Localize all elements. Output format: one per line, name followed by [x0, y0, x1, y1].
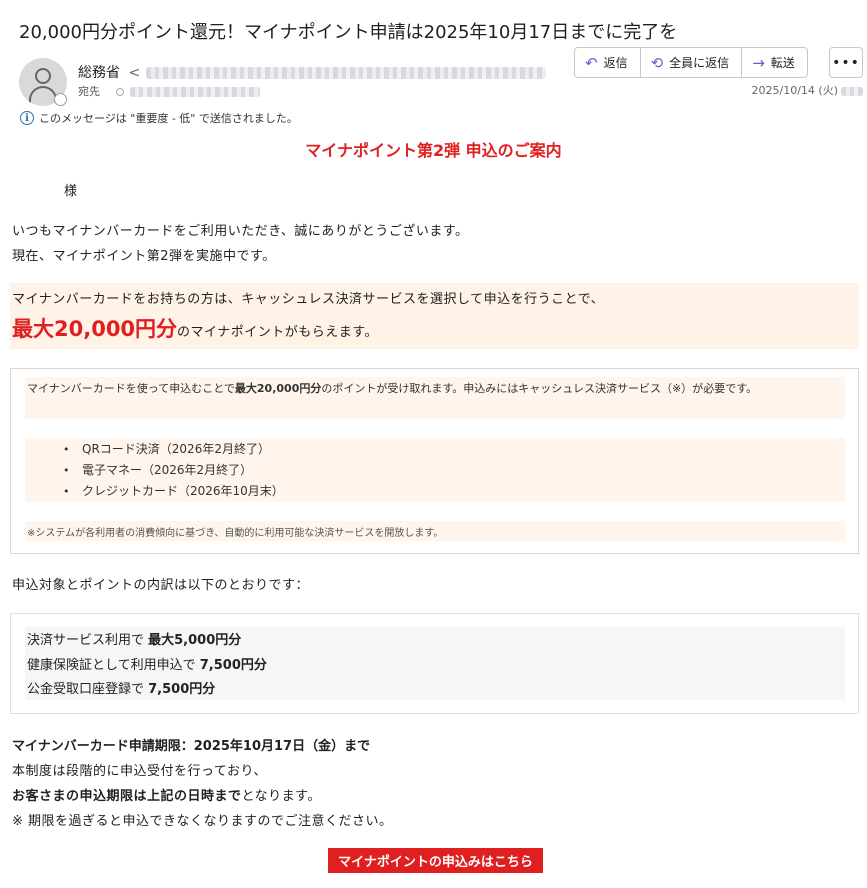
info-box-text-a: マイナンバーカードを使って申込むことで: [27, 382, 235, 395]
time-redacted: [841, 86, 863, 96]
info-icon: i: [20, 111, 34, 125]
info-box: マイナンバーカードを使って申込むことで最大20,000円分のポイントが受け取れま…: [10, 368, 859, 554]
salutation: 様: [64, 184, 78, 199]
sender-line[interactable]: 総務省 <: [78, 62, 547, 82]
sender-name: 総務省: [78, 65, 120, 81]
breakdown-intro: 申込対象とポイントの内訳は以下のとおりです：: [12, 578, 310, 593]
apply-link-button[interactable]: マイナポイントの申込みはこちら: [328, 848, 543, 873]
deadline-info-rest: となります。: [241, 789, 321, 804]
sender-address-prefix: <: [128, 65, 141, 81]
message-actions: ↶ 返信 ⟲ 全員に返信 → 転送: [574, 47, 808, 78]
info-box-text: マイナンバーカードを使って申込むことで最大20,000円分のポイントが受け取れま…: [25, 377, 845, 419]
breakdown-value: 7,500円分: [148, 682, 216, 697]
message-date: 2025/10/14 (火): [752, 82, 863, 98]
breakdown-label: 健康保険証として利用申込で: [27, 657, 200, 673]
breakdown-value: 7,500円分: [199, 657, 267, 673]
intro-paragraph-2: 現在、マイナポイント第2弾を実施中です。: [12, 249, 276, 264]
reply-all-button[interactable]: ⟲ 全員に返信: [641, 48, 743, 77]
list-item: QRコード決済（2026年2月終了）: [63, 439, 845, 460]
person-icon: [35, 68, 51, 84]
reply-all-arrow-icon: ⟲: [650, 53, 664, 72]
reply-button[interactable]: ↶ 返信: [575, 48, 641, 77]
breakdown-box: 決済サービス利用で 最大5,000円分 健康保険証として利用申込で 7,500円…: [10, 613, 859, 714]
recipient-redacted[interactable]: [130, 87, 260, 97]
reply-arrow-icon: ↶: [585, 53, 598, 72]
breakdown-value: 最大5,000円分: [148, 633, 242, 648]
info-box-text-b: のポイントが受け取れます。申込みにはキャッシュレス決済サービス（※）が必要です。: [321, 382, 758, 395]
importance-notice: i このメッセージは "重要度 - 低" で送信されました。: [20, 110, 298, 126]
presence-status-icon: [54, 93, 67, 106]
deadline-info-2: お客さまの申込期限は上記の日時までとなります。: [12, 785, 321, 804]
payment-service-list: QRコード決済（2026年2月終了） 電子マネー（2026年2月終了） クレジッ…: [25, 438, 845, 502]
intro-paragraph-1: いつもマイナンバーカードをご利用いただき、誠にありがとうございます。: [12, 224, 469, 239]
highlight-block: マイナンバーカードをお持ちの方は、キャッシュレス決済サービスを選択して申込を行う…: [10, 283, 859, 349]
recipient-status-icon: [115, 88, 124, 96]
list-item: クレジットカード（2026年10月末）: [63, 481, 845, 502]
highlight-line-1: マイナンバーカードをお持ちの方は、キャッシュレス決済サービスを選択して申込を行う…: [12, 292, 605, 307]
highlight-rest: のマイナポイントがもらえます。: [177, 325, 378, 340]
reply-all-label: 全員に返信: [669, 56, 730, 70]
breakdown-label: 決済サービス利用で: [27, 633, 149, 648]
to-label: 宛先: [78, 85, 100, 98]
breakdown-list: 決済サービス利用で 最大5,000円分 健康保険証として利用申込で 7,500円…: [25, 627, 845, 700]
reply-label: 返信: [603, 56, 628, 70]
forward-button[interactable]: → 転送: [742, 48, 807, 77]
breakdown-label: 公金受取口座登録で: [27, 682, 149, 697]
system-note: ※システムが各利用者の消費傾向に基づき、自動的に利用可能な決済サービスを開放しま…: [25, 521, 845, 541]
breakdown-row: 公金受取口座登録で 7,500円分: [27, 678, 843, 703]
breakdown-row: 健康保険証として利用申込で 7,500円分: [27, 654, 843, 679]
recipient-line: 宛先: [78, 83, 260, 99]
email-subject: 20,000円分ポイント還元！マイナポイント申請は2025年10月17日までに完…: [19, 22, 678, 43]
breakdown-row: 決済サービス利用で 最大5,000円分: [27, 629, 843, 654]
person-icon-body: [29, 86, 57, 104]
date-text: 2025/10/14 (火): [751, 84, 838, 97]
info-box-text-bold: 最大20,000円分: [234, 382, 322, 395]
deadline-info-bold: お客さまの申込期限は上記の日時まで: [12, 789, 242, 804]
deadline-info-1: 本制度は段階的に申込受付を行っており、: [12, 764, 267, 779]
importance-notice-text: このメッセージは "重要度 - 低" で送信されました。: [39, 112, 298, 125]
sender-address-redacted: [146, 67, 547, 79]
forward-arrow-icon: →: [752, 53, 765, 72]
highlight-line-2: 最大20,000円分のマイナポイントがもらえます。: [12, 313, 378, 343]
highlight-amount: 最大20,000円分: [12, 317, 178, 341]
body-heading: マイナポイント第2弾 申込のご案内: [305, 141, 562, 160]
deadline: マイナンバーカード申請期限：2025年10月17日（金）まで: [12, 739, 371, 754]
forward-label: 転送: [770, 56, 795, 70]
list-item: 電子マネー（2026年2月終了）: [63, 460, 845, 481]
more-actions-button[interactable]: •••: [829, 47, 863, 78]
deadline-warning: ※ 期限を過ぎると申込できなくなりますのでご注意ください。: [12, 814, 393, 829]
